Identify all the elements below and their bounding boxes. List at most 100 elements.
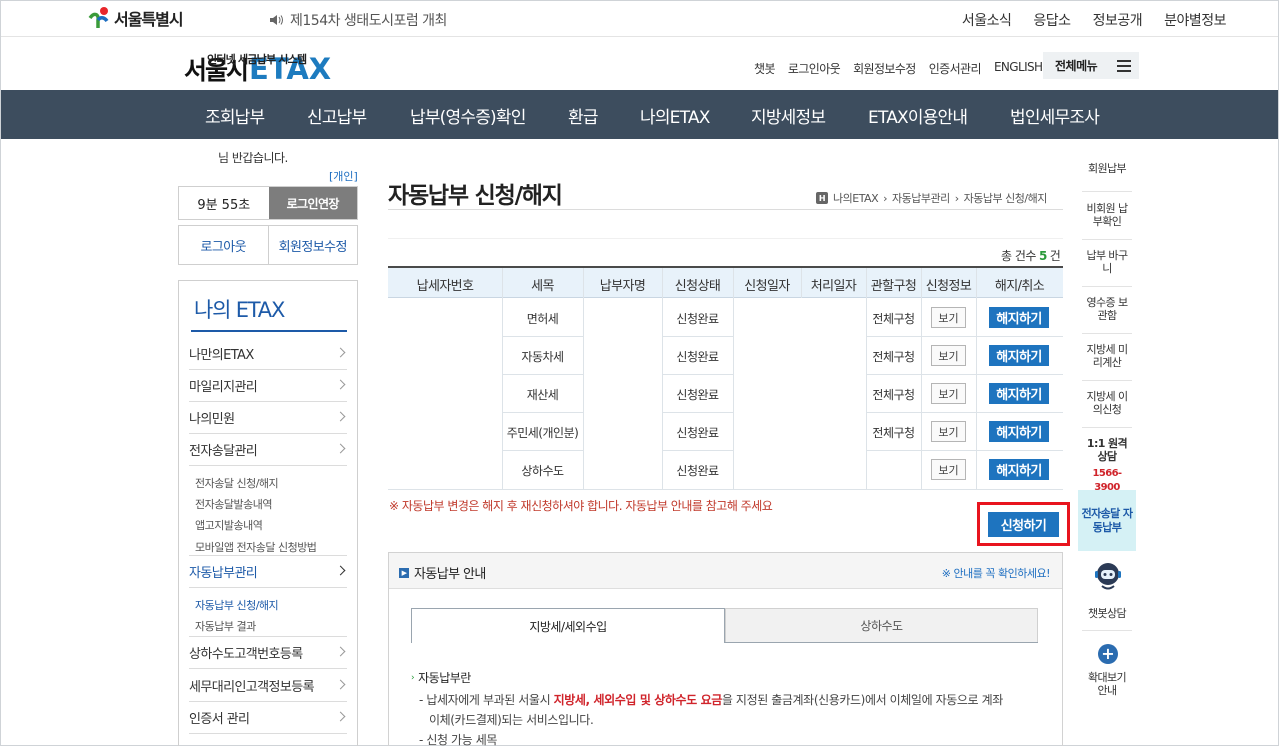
link-login-logout[interactable]: 로그인아웃: [788, 60, 841, 77]
link-edit-member[interactable]: 회원정보수정: [853, 60, 916, 77]
apply-button[interactable]: 신청하기: [988, 512, 1059, 537]
sidebar-item-mileage[interactable]: 마일리지관리: [189, 370, 347, 402]
guide-note: ※ 안내를 꼭 확인하세요!: [941, 567, 1051, 580]
etax-logo[interactable]: 서울시 ETAX 인터넷 세금납부 시스템: [184, 51, 331, 87]
link-chatbot[interactable]: 챗봇: [754, 60, 775, 77]
gnb-etax-guide[interactable]: ETAX이용안내: [868, 103, 968, 128]
greeting-text: 님 반갑습니다.: [218, 151, 288, 165]
logout-button[interactable]: 로그아웃: [179, 226, 268, 264]
view-button[interactable]: 보기: [931, 383, 966, 404]
cancel-button[interactable]: 해지하기: [989, 345, 1049, 366]
title-divider: [388, 209, 1063, 210]
cancel-button[interactable]: 해지하기: [989, 383, 1049, 404]
cell-office: 전체구청: [872, 312, 915, 326]
tab-water[interactable]: 상하수도: [725, 608, 1038, 642]
sidebar-item-label: 세무대리인고객정보등록: [189, 680, 315, 695]
notice-text[interactable]: 제154차 생태도시포럼 개최: [290, 10, 447, 30]
change-warning: ※ 자동납부 변경은 해지 후 재신청하셔야 합니다. 자동납부 안내를 참고해…: [389, 499, 773, 513]
quick-receipt-box[interactable]: 영수증 보관함: [1082, 296, 1132, 334]
extend-login-button[interactable]: 로그인연장: [268, 187, 357, 219]
link-english[interactable]: ENGLISH: [994, 60, 1043, 77]
row-line: [866, 412, 1063, 413]
cell-office: 전체구청: [872, 426, 915, 440]
sub-item-auto-pay-apply[interactable]: 자동납부 신청/해지: [195, 597, 279, 613]
guide-title: ▶ 자동납부 안내: [399, 563, 486, 582]
home-icon[interactable]: H: [816, 192, 828, 204]
page-title: 자동납부 신청/해지: [388, 183, 563, 209]
quick-tax-objection[interactable]: 지방세 이의신청: [1082, 390, 1132, 428]
gnb-lookup-pay[interactable]: 조회납부: [205, 103, 265, 128]
all-menu-button[interactable]: 전체메뉴: [1043, 52, 1139, 79]
link-seoul-news[interactable]: 서울소식: [962, 10, 1012, 30]
quick-member-pay[interactable]: 회원납부: [1082, 162, 1132, 192]
member-type-tag[interactable]: [개인]: [329, 168, 358, 184]
col-header: 납세자번호: [416, 279, 474, 294]
plus-icon[interactable]: +: [1098, 644, 1118, 664]
link-info-disclosure[interactable]: 정보공개: [1093, 10, 1143, 30]
view-button[interactable]: 보기: [931, 459, 966, 480]
gnb-refund[interactable]: 환급: [568, 103, 598, 128]
breadcrumb-item[interactable]: 자동납부관리: [892, 190, 950, 206]
chevron-right-icon: [335, 379, 346, 390]
side-menu: 나의 ETAX 나만의ETAX 마일리지관리 나의민원 전자송달관리 전자송달 …: [178, 280, 358, 746]
sidebar-item-tax-agent[interactable]: 세무대리인고객정보등록: [189, 670, 347, 702]
breadcrumb-item[interactable]: 나의ETAX: [833, 190, 879, 206]
grid-line: [583, 268, 584, 490]
quick-e-delivery-auto-pay[interactable]: 전자송달 자동납부: [1078, 490, 1136, 551]
auto-pay-guide: ▶ 자동납부 안내 ※ 안내를 꼭 확인하세요! 지방세/세외수입 상하수도 ›…: [388, 552, 1063, 746]
cancel-button[interactable]: 해지하기: [989, 307, 1049, 328]
side-menu-title: 나의 ETAX: [194, 298, 285, 322]
quick-tax-calc[interactable]: 지방세 미리계산: [1082, 343, 1132, 381]
seoul-city-logo[interactable]: 서울특별시: [87, 6, 184, 30]
chatbot-icon[interactable]: [1092, 560, 1124, 592]
chevron-right-icon: [335, 565, 346, 576]
gnb-corporate-audit[interactable]: 법인세무조사: [1010, 103, 1100, 128]
sidebar-item-e-delivery[interactable]: 전자송달관리: [189, 434, 347, 466]
view-button[interactable]: 보기: [931, 307, 966, 328]
sidebar-item-auto-pay[interactable]: 자동납부관리: [189, 556, 347, 588]
quick-chatbot-consult[interactable]: 챗봇상담: [1082, 607, 1132, 631]
sidebar-item-certificate[interactable]: 인증서 관리: [189, 702, 347, 734]
quick-zoom-guide[interactable]: 확대보기 안내: [1082, 671, 1132, 701]
link-field-info[interactable]: 분야별정보: [1164, 10, 1226, 30]
sidebar-item-label: 마일리지관리: [189, 380, 258, 395]
seoul-symbol-icon: [88, 7, 109, 28]
sub-item-auto-pay-result[interactable]: 자동납부 결과: [195, 618, 256, 634]
view-button[interactable]: 보기: [931, 345, 966, 366]
cell-status: 신청완료: [676, 388, 719, 402]
cancel-button[interactable]: 해지하기: [989, 459, 1049, 480]
tab-local-tax[interactable]: 지방세/세외수입: [411, 608, 725, 643]
guide-title-text: 자동납부 안내: [414, 567, 486, 582]
sidebar-item-my-petition[interactable]: 나의민원: [189, 402, 347, 434]
row-line: [866, 374, 1063, 375]
grid-line: [801, 268, 802, 298]
sub-item-e-delivery-apply[interactable]: 전자송달 신청/해지: [195, 475, 279, 491]
view-button[interactable]: 보기: [931, 421, 966, 442]
sub-item-mobile-e-delivery[interactable]: 모바일앱 전자송달 신청방법: [195, 539, 317, 555]
row-line: [502, 412, 583, 413]
guide-text: - 납세자에게 부과된 서울시: [419, 693, 554, 707]
notice-ticker[interactable]: 제154차 생태도시포럼 개최: [269, 10, 447, 30]
breadcrumb: H 나의ETAX › 자동납부관리 › 자동납부 신청/해지: [816, 190, 1047, 206]
gnb-my-etax[interactable]: 나의ETAX: [640, 103, 710, 128]
cancel-button[interactable]: 해지하기: [989, 421, 1049, 442]
gnb-receipt-check[interactable]: 납부(영수증)확인: [410, 103, 526, 128]
gnb-report-pay[interactable]: 신고납부: [307, 103, 367, 128]
sidebar-item-water-customer[interactable]: 상하수도고객번호등록: [189, 637, 347, 669]
quick-pay-basket[interactable]: 납부 바구니: [1082, 249, 1132, 287]
quick-nonmember-check[interactable]: 비회원 납부확인: [1082, 202, 1132, 240]
link-eungdapso[interactable]: 응답소: [1033, 10, 1071, 30]
quick-remote-consult[interactable]: 1:1 원격 상담: [1082, 437, 1132, 463]
sidebar-item-my-etax[interactable]: 나만의ETAX: [189, 338, 347, 370]
col-header: 납부자명: [599, 279, 646, 294]
sub-item-e-delivery-history[interactable]: 전자송달발송내역: [195, 496, 272, 512]
gnb-local-tax-info[interactable]: 지방세정보: [751, 103, 826, 128]
row-line: [502, 450, 583, 451]
total-suffix: 건: [1049, 249, 1061, 263]
seoul-city-label: 서울특별시: [114, 10, 184, 29]
link-certificate[interactable]: 인증서관리: [929, 60, 982, 77]
row-line: [662, 450, 733, 451]
sub-item-app-notice-history[interactable]: 앱고지발송내역: [195, 517, 263, 533]
cell-tax: 면허세: [526, 312, 559, 326]
edit-member-button[interactable]: 회원정보수정: [267, 226, 358, 264]
